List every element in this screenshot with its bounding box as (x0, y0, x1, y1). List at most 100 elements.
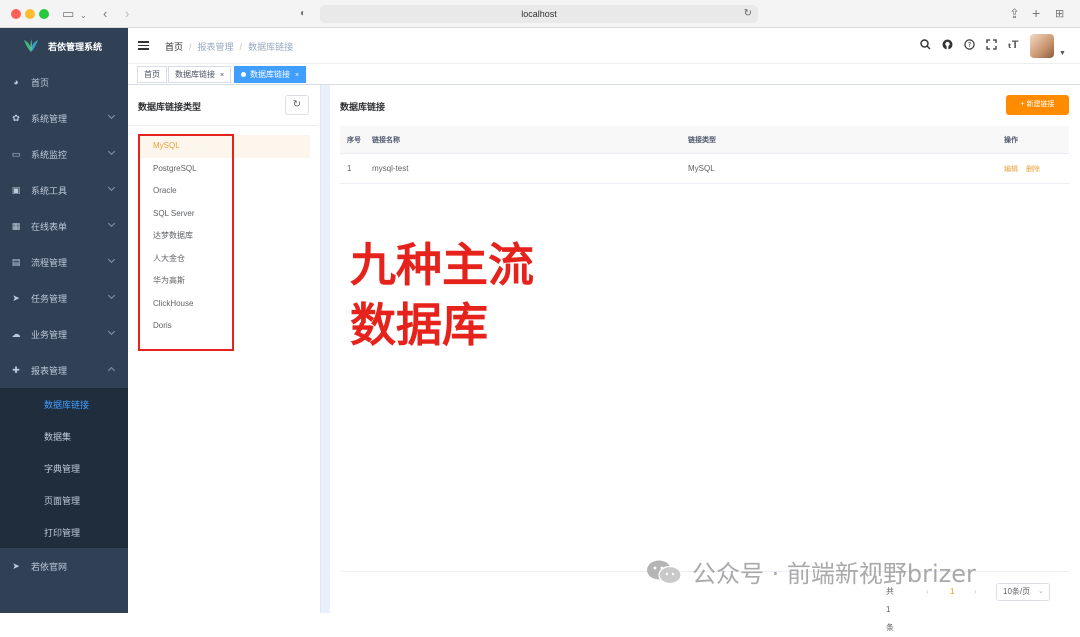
forward-icon[interactable]: › (125, 6, 129, 22)
sidebar-item-label: 业务管理 (31, 329, 68, 340)
breadcrumb: 首页 / 报表管理 / 数据库链接 (165, 42, 294, 52)
maximize-window-button[interactable] (39, 9, 49, 19)
sidebar-item-label: 若依官网 (31, 561, 68, 572)
sidebar-item-3[interactable]: ▣ 系统工具 (0, 172, 128, 208)
fullscreen-icon[interactable] (985, 39, 997, 53)
db-link-table: 序号 链接名称 链接类型 操作 1 mysql-test MySQL 编辑 删除 (340, 126, 1069, 184)
annotation-text: 九种主流 数据库 (350, 235, 534, 355)
chevron-up-icon (107, 366, 116, 375)
sidebar-item-0[interactable]: ◕ 首页 (0, 64, 128, 100)
address-bar[interactable]: localhost ↻ (320, 5, 758, 23)
chevron-down-icon (107, 291, 116, 300)
sidebar-item-1[interactable]: ✿ 系统管理 (0, 100, 128, 136)
tab-overview-icon[interactable]: ⊞ (1055, 6, 1064, 22)
page-size-value: 10条/页 (1003, 587, 1031, 596)
chevron-down-icon: ⌄ (1038, 588, 1044, 595)
svg-text:?: ? (967, 41, 971, 49)
close-icon[interactable]: × (295, 72, 299, 79)
logo-icon (24, 39, 38, 52)
panel-title: 数据库链接类型 (138, 102, 202, 112)
sidebar-item-official-site[interactable]: ➤ 若依官网 (0, 548, 128, 584)
sidebar-item-6[interactable]: ➤ 任务管理 (0, 280, 128, 316)
sidebar-item-label: 流程管理 (31, 257, 68, 268)
sidebar-item-label: 首页 (31, 77, 50, 88)
col-index: 序号 (347, 136, 361, 144)
cell-type: MySQL (688, 164, 715, 173)
app-title: 若依管理系统 (48, 41, 103, 52)
help-icon[interactable]: ? (963, 39, 975, 53)
sidebar-item-label: 系统管理 (31, 113, 68, 124)
sidebar-item-label: 系统监控 (31, 149, 68, 160)
submenu: 数据库链接 数据集 字典管理 页面管理 打印管理 (0, 388, 128, 548)
annotation-line: 九种主流 (350, 238, 534, 292)
tag-db-link-active[interactable]: 数据库链接 × (234, 66, 307, 83)
delete-link[interactable]: 删除 (1026, 166, 1040, 173)
chevron-down-icon (107, 147, 116, 156)
chevron-down-icon (107, 111, 116, 120)
sidebar-item-8[interactable]: ✚ 报表管理 (0, 352, 128, 388)
plus-cross-icon: ✚ (12, 364, 20, 375)
main-content: 数据库链接类型 ↻ MySQL PostgreSQL Oracle SQL Serve… (128, 85, 1080, 632)
sidebar-item-7[interactable]: ☁ 业务管理 (0, 316, 128, 352)
refresh-icon: ↻ (292, 99, 302, 110)
submenu-item[interactable]: 字典管理 (0, 452, 128, 484)
annotation-line: 数据库 (350, 298, 488, 352)
cell-index: 1 (347, 164, 352, 173)
tag-label: 首页 (144, 70, 160, 79)
tag-label: 数据库链接 (175, 70, 215, 79)
reload-icon[interactable]: ↻ (744, 5, 752, 23)
avatar[interactable] (1030, 34, 1054, 58)
cell-name: mysql-test (372, 164, 409, 173)
panel-title: 数据库链接 (340, 102, 386, 112)
chevron-down-icon[interactable]: ⌄ (80, 8, 87, 24)
sidebar-item-2[interactable]: ▭ 系统监控 (0, 136, 128, 172)
refresh-button[interactable]: ↻ (285, 95, 309, 115)
sidebar: 若依管理系统 ◕ 首页 ✿ 系统管理 ▭ 系统监控 ▣ 系统工具 ▦ 在线表单 ▤ 流程管理 ➤ 任务管理… (0, 28, 128, 613)
db-type-panel: 数据库链接类型 ↻ MySQL PostgreSQL Oracle SQL Serve… (128, 85, 318, 613)
submenu-item[interactable]: 打印管理 (0, 516, 128, 548)
tag-label: 数据库链接 (250, 70, 290, 79)
submenu-item[interactable]: 数据集 (0, 420, 128, 452)
search-icon[interactable] (919, 39, 931, 53)
share-icon[interactable]: ⇪ (1009, 6, 1020, 22)
watermark: 公众号 · 前端新视野brizer (646, 554, 976, 589)
github-icon[interactable] (941, 39, 953, 53)
browser-chrome: ▭ ⌄ ‹ › ◐ localhost ↻ ⇪ + ⊞ (0, 0, 1080, 28)
cloud-icon: ☁ (11, 328, 21, 339)
page-size-select[interactable]: 10条/页 ⌄ (996, 583, 1050, 601)
col-name: 链接名称 (372, 136, 400, 144)
sidebar-item-label: 报表管理 (31, 365, 68, 376)
sidebar-item-5[interactable]: ▤ 流程管理 (0, 244, 128, 280)
sidebar-item-4[interactable]: ▦ 在线表单 (0, 208, 128, 244)
tags-view: 首页 数据库链接 × 数据库链接 × (128, 64, 1080, 85)
pagination-total: 共 1 条 (886, 587, 894, 632)
submenu-item[interactable]: 数据库链接 (0, 388, 128, 420)
caret-down-icon[interactable]: ▼ (1059, 50, 1066, 57)
close-icon[interactable]: × (220, 72, 224, 79)
table-header: 序号 链接名称 链接类型 操作 (340, 126, 1069, 154)
new-link-button[interactable]: + 新建链接 (1006, 95, 1069, 115)
minimize-window-button[interactable] (25, 9, 35, 19)
font-size-icon[interactable]: ₜT (1007, 39, 1019, 51)
breadcrumb-item: 报表管理 (197, 42, 234, 52)
tag-db-link[interactable]: 数据库链接 × (168, 66, 232, 83)
sidebar-item-label: 在线表单 (31, 221, 68, 232)
edit-link[interactable]: 编辑 (1004, 166, 1018, 173)
breadcrumb-item: 数据库链接 (248, 42, 294, 52)
sidebar-toggle-icon[interactable]: ▭ (62, 6, 74, 22)
send-icon: ➤ (12, 292, 20, 303)
logo[interactable]: 若依管理系统 (0, 28, 128, 64)
back-icon[interactable]: ‹ (103, 6, 107, 22)
document-icon: ▤ (11, 256, 21, 267)
chevron-down-icon (107, 183, 116, 192)
new-tab-icon[interactable]: + (1032, 5, 1040, 21)
monitor-icon: ▭ (11, 148, 21, 159)
close-window-button[interactable] (11, 9, 21, 19)
tag-home[interactable]: 首页 (137, 66, 167, 83)
submenu-item[interactable]: 页面管理 (0, 484, 128, 516)
breadcrumb-item[interactable]: 首页 (165, 42, 183, 52)
sidebar-item-label: 任务管理 (31, 293, 68, 304)
hamburger-icon[interactable] (138, 41, 149, 50)
splitter[interactable] (320, 85, 330, 613)
navbar: 首页 / 报表管理 / 数据库链接 ? ₜT ▼ (128, 28, 1080, 64)
